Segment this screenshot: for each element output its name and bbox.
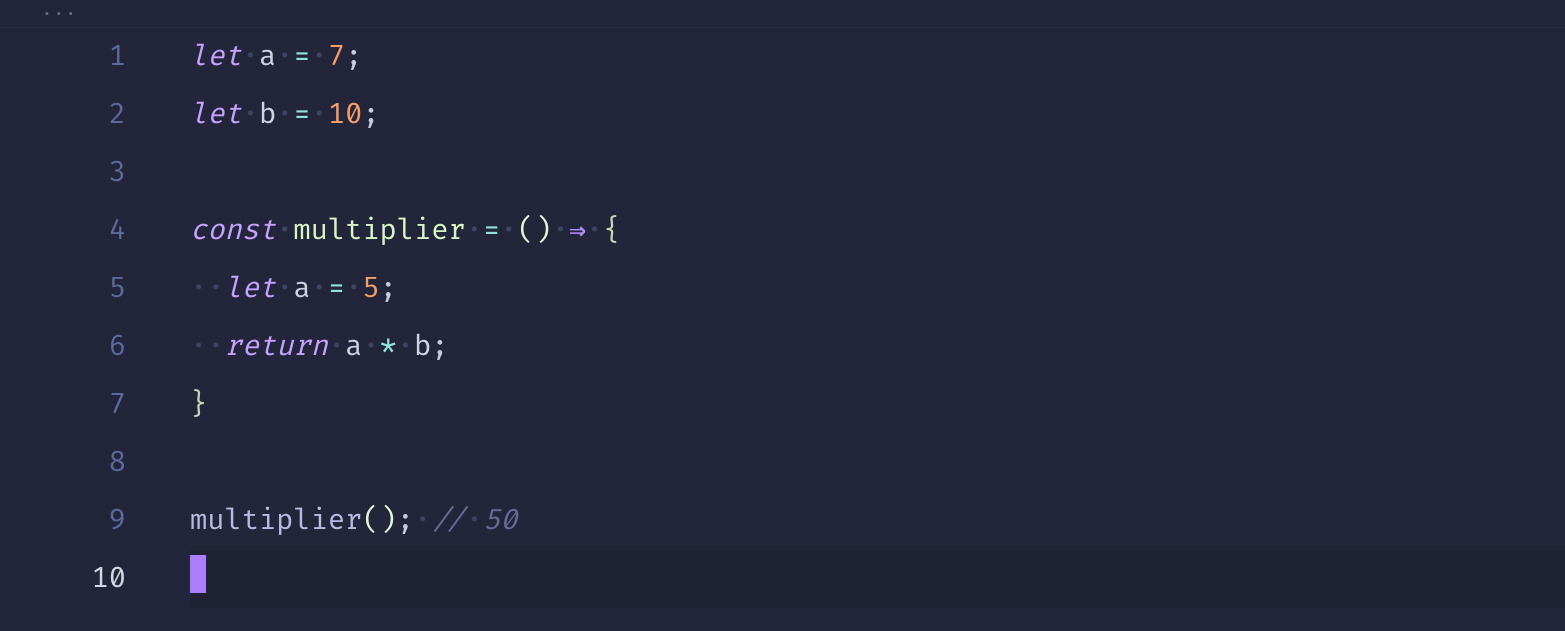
semicolon: ;: [362, 97, 379, 132]
whitespace-dot: ·: [276, 39, 293, 74]
whitespace-dot: ·: [362, 329, 379, 364]
code-line[interactable]: const·multiplier·=·()·⇒·{: [190, 202, 1565, 260]
arrow-icon: ⇒: [569, 213, 586, 248]
line-number-gutter: 1 2 3 4 5 6 7 8 9 10: [0, 28, 150, 631]
whitespace-dot: ·: [207, 271, 224, 306]
whitespace-dot: ·: [500, 213, 517, 248]
code-line[interactable]: let·a·=·7;: [190, 28, 1565, 86]
line-number: 9: [0, 492, 126, 550]
whitespace-dot: ·: [242, 39, 259, 74]
comment-slashes: //: [431, 503, 465, 538]
line-number: 10: [0, 550, 126, 608]
keyword-return: return: [224, 329, 327, 364]
line-number: 6: [0, 318, 126, 376]
whitespace-dot: ·: [586, 213, 603, 248]
op-equals: =: [293, 97, 310, 132]
whitespace-dot: ·: [397, 329, 414, 364]
code-line[interactable]: let·b·=·10;: [190, 86, 1565, 144]
whitespace-dot: ·: [276, 271, 293, 306]
whitespace-dot: ·: [552, 213, 569, 248]
identifier: b: [259, 97, 276, 132]
op-equals: =: [293, 39, 310, 74]
keyword-let: let: [224, 271, 276, 306]
function-name: multiplier: [293, 213, 465, 248]
line-number: 5: [0, 260, 126, 318]
identifier: a: [345, 329, 362, 364]
whitespace-dot: ·: [311, 97, 328, 132]
code-line[interactable]: [190, 144, 1565, 202]
code-line-active[interactable]: [190, 550, 1565, 608]
identifier: a: [293, 271, 310, 306]
code-line[interactable]: ··return·a·*·b;: [190, 318, 1565, 376]
function-call: multiplier: [190, 503, 362, 538]
code-line[interactable]: ··let·a·=·5;: [190, 260, 1565, 318]
code-line[interactable]: }: [190, 376, 1565, 434]
code-area[interactable]: let·a·=·7; let·b·=·10; const·multiplier·…: [190, 28, 1565, 631]
op-equals: =: [328, 271, 345, 306]
whitespace-dot: ·: [276, 97, 293, 132]
paren-close: ): [380, 503, 397, 538]
identifier: b: [414, 329, 431, 364]
line-number: 4: [0, 202, 126, 260]
brace-close: }: [190, 387, 207, 422]
whitespace-dot: ·: [345, 271, 362, 306]
breadcrumb-bar: ···: [0, 0, 1565, 28]
semicolon: ;: [397, 503, 414, 538]
breadcrumb-ellipsis[interactable]: ···: [42, 4, 78, 24]
whitespace-dot: ·: [311, 271, 328, 306]
whitespace-dot: ·: [207, 329, 224, 364]
paren-open: (: [362, 503, 379, 538]
whitespace-dot: ·: [466, 503, 483, 538]
whitespace-dot: ·: [190, 271, 207, 306]
line-number: 7: [0, 376, 126, 434]
whitespace-dot: ·: [311, 39, 328, 74]
code-line[interactable]: [190, 434, 1565, 492]
paren-open: (: [517, 213, 534, 248]
semicolon: ;: [345, 39, 362, 74]
whitespace-dot: ·: [328, 329, 345, 364]
number-literal: 5: [362, 271, 379, 306]
number-literal: 10: [328, 97, 362, 132]
op-star: *: [380, 329, 397, 364]
line-number: 1: [0, 28, 126, 86]
text-cursor: [190, 555, 206, 593]
keyword-let: let: [190, 97, 242, 132]
comment-text: 50: [483, 503, 517, 538]
line-number: 3: [0, 144, 126, 202]
semicolon: ;: [380, 271, 397, 306]
whitespace-dot: ·: [466, 213, 483, 248]
whitespace-dot: ·: [276, 213, 293, 248]
number-literal: 7: [328, 39, 345, 74]
keyword-const: const: [190, 213, 276, 248]
op-equals: =: [483, 213, 500, 248]
code-line[interactable]: multiplier();·//·50: [190, 492, 1565, 550]
identifier: a: [259, 39, 276, 74]
keyword-let: let: [190, 39, 242, 74]
line-number: 2: [0, 86, 126, 144]
code-editor[interactable]: 1 2 3 4 5 6 7 8 9 10 let·a·=·7; let·b·=·…: [0, 28, 1565, 631]
line-number: 8: [0, 434, 126, 492]
whitespace-dot: ·: [414, 503, 431, 538]
semicolon: ;: [431, 329, 448, 364]
brace-open: {: [603, 213, 620, 248]
whitespace-dot: ·: [242, 97, 259, 132]
whitespace-dot: ·: [190, 329, 207, 364]
paren-close: ): [535, 213, 552, 248]
